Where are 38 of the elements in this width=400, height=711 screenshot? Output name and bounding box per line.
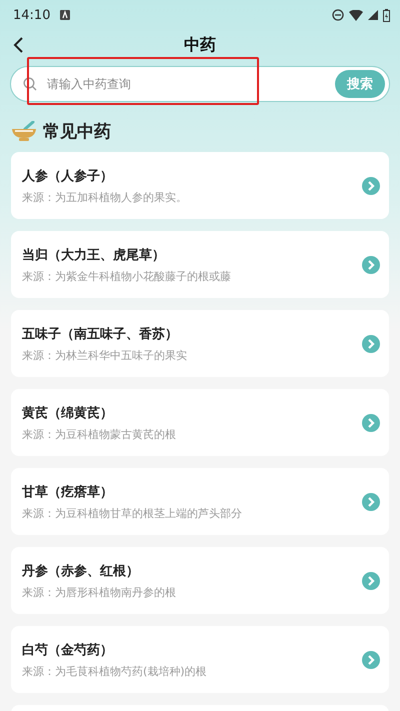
section-title: 常见中药 bbox=[43, 120, 111, 142]
medicine-card[interactable]: 甘草（疙瘩草） 来源：为豆科植物甘草的根茎上端的芦头部分 bbox=[11, 468, 389, 535]
page-title: 中药 bbox=[184, 34, 216, 56]
medicine-source: 来源：为紫金牛科植物小花酸藤子的根或藤 bbox=[22, 268, 232, 284]
medicine-card[interactable]: 丹参（赤参、红根） 来源：为唇形科植物南丹参的根 bbox=[11, 547, 389, 614]
chevron-right-icon bbox=[362, 650, 380, 668]
medicine-source: 来源：为毛茛科植物芍药(栽培种)的根 bbox=[22, 664, 208, 678]
medicine-card[interactable]: 黄芪（绵黄芪） 来源：为豆科植物蒙古黄芪的根 bbox=[11, 389, 389, 456]
medicine-name: 当归（大力王、虎尾草） bbox=[22, 246, 166, 264]
medicine-name: 黄芪（绵黄芪） bbox=[22, 404, 114, 422]
do-not-disturb-icon bbox=[332, 9, 344, 21]
medicine-source: 来源：为豆科植物甘草的根茎上端的芦头部分 bbox=[22, 506, 243, 520]
chevron-right-icon bbox=[362, 334, 380, 352]
medicine-card[interactable]: 五味子（南五味子、香苏） 来源：为林兰科华中五味子的果实 bbox=[11, 310, 389, 377]
medicine-name: 甘草（疙瘩草） bbox=[22, 484, 114, 500]
medicine-card[interactable]: 人参（人参子） 来源：为五加科植物人参的果实。 bbox=[11, 152, 389, 219]
search-icon bbox=[23, 77, 37, 91]
medicine-source: 来源：为五加科植物人参的果实。 bbox=[22, 190, 188, 204]
battery-icon bbox=[383, 8, 390, 22]
chevron-right-icon bbox=[362, 414, 380, 432]
medicine-name: 丹参（赤参、红根） bbox=[22, 562, 140, 580]
medicine-source: 来源：为豆科植物蒙古黄芪的根 bbox=[22, 426, 177, 442]
mortar-icon bbox=[11, 121, 37, 141]
medicine-source: 来源：为唇形科植物南丹参的根 bbox=[22, 584, 177, 600]
medicine-name: 人参（人参子） bbox=[22, 168, 114, 184]
signal-icon bbox=[368, 10, 378, 20]
status-time: 14:10 bbox=[13, 8, 50, 22]
medicine-source: 来源：为林兰科华中五味子的果实 bbox=[22, 348, 188, 362]
medicine-card[interactable]: 当归（大力王、虎尾草） 来源：为紫金牛科植物小花酸藤子的根或藤 bbox=[11, 231, 389, 298]
chevron-right-icon bbox=[362, 176, 380, 194]
medicine-name: 五味子（南五味子、香苏） bbox=[22, 326, 179, 342]
chevron-right-icon bbox=[362, 256, 380, 274]
chevron-right-icon bbox=[362, 572, 380, 590]
notification-icon bbox=[60, 10, 70, 20]
chevron-right-icon bbox=[362, 492, 380, 510]
medicine-name: 白芍（金芍药） bbox=[22, 642, 114, 658]
medicine-card[interactable]: 白芍（金芍药） 来源：为毛茛科植物芍药(栽培种)的根 bbox=[11, 626, 389, 693]
wifi-icon bbox=[349, 10, 363, 20]
